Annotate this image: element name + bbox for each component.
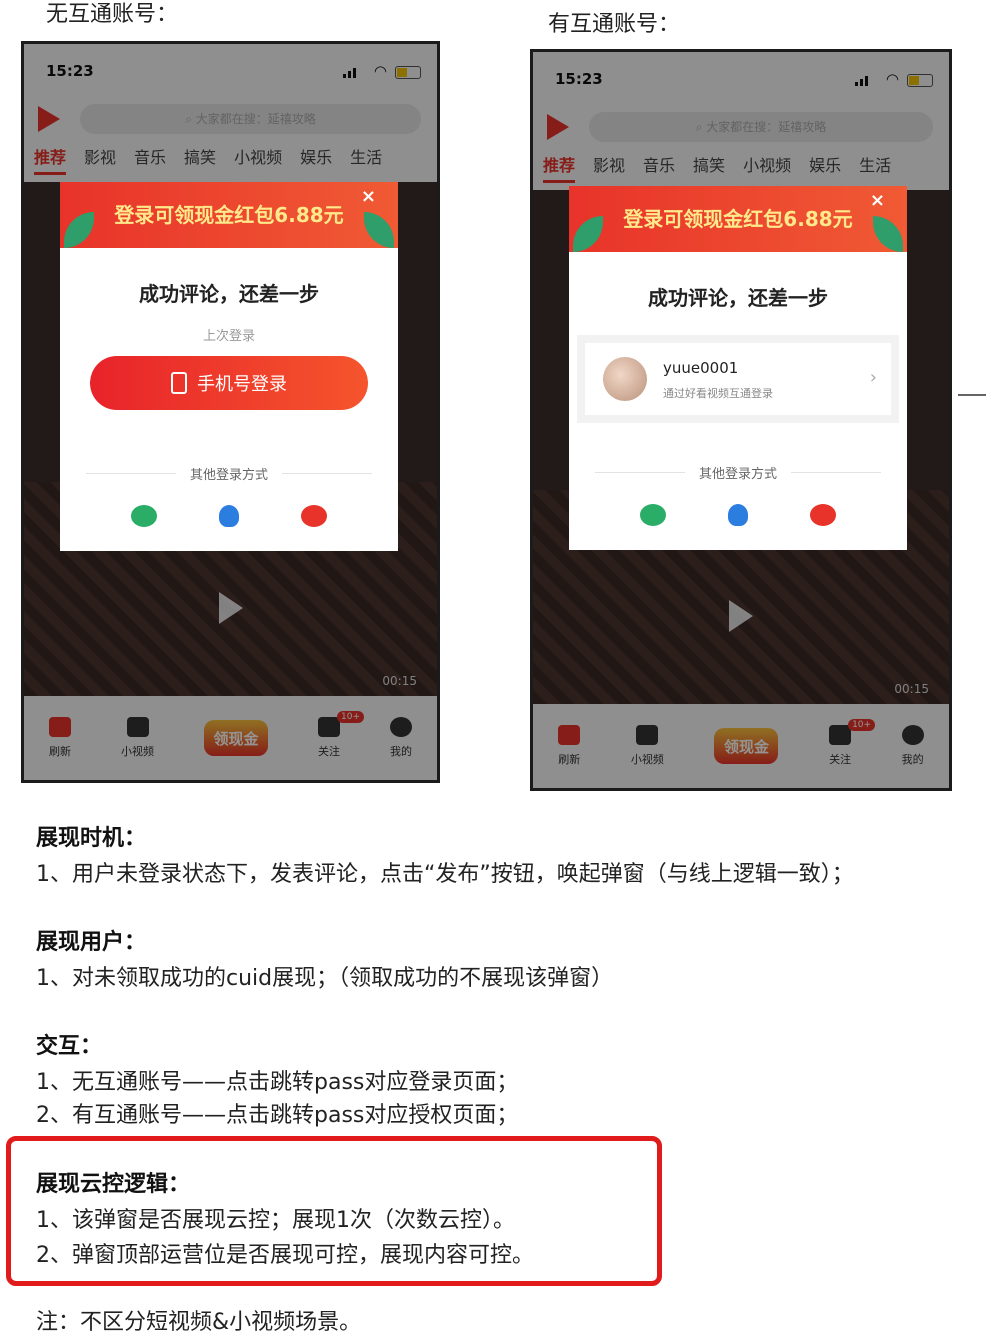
- phone-login-label: 手机号登录: [197, 374, 287, 395]
- interaction-item-1: 1、无互通账号——点击跳转pass对应登录页面；: [36, 1070, 519, 1095]
- promo-text: 登录可领现金红包6.88元: [623, 207, 853, 231]
- phone-mockup-left: 15:23 ◠ ⌕ 大家都在搜：延禧攻略 推荐 影视 音乐 搞笑 小视频 娱乐 生活 00:…: [21, 41, 440, 783]
- user-item-1: 1、对未领取成功的cuid展现；（领取成功的不展现该弹窗）: [36, 966, 614, 991]
- decoration-leaf-icon: [873, 216, 903, 252]
- other-login-methods: 其他登录方式: [595, 463, 881, 482]
- timing-item-1: 1、用户未登录状态下，发表评论，点击“发布”按钮，唤起弹窗（与线上逻辑一致）；: [36, 862, 854, 887]
- linked-account-card[interactable]: yuue0001 通过好看视频互通登录 ›: [577, 335, 899, 423]
- wechat-icon[interactable]: [131, 505, 157, 527]
- chevron-right-icon: ›: [869, 367, 877, 388]
- decoration-leaf-icon: [64, 212, 94, 248]
- login-modal: 登录可领现金红包6.88元 × 成功评论，还差一步 yuue0001 通过好看视…: [569, 186, 907, 550]
- interaction-title: 交互：: [36, 1034, 103, 1059]
- modal-headline: 成功评论，还差一步: [648, 286, 828, 310]
- last-login-label: 上次登录: [202, 329, 255, 344]
- close-icon[interactable]: ×: [361, 188, 376, 206]
- other-login-methods: 其他登录方式: [86, 464, 372, 483]
- account-username: yuue0001: [663, 359, 739, 377]
- timing-title: 展现时机：: [36, 826, 147, 851]
- caption-no-linked-account: 无互通账号：: [46, 2, 179, 27]
- decoration-leaf-icon: [364, 212, 394, 248]
- modal-headline: 成功评论，还差一步: [139, 282, 319, 306]
- wechat-icon[interactable]: [640, 504, 666, 526]
- avatar: [603, 357, 647, 401]
- cloud-control-item-1: 1、该弹窗是否展现云控；展现1次（次数云控）。: [36, 1208, 515, 1233]
- note: 注：不区分短视频&小视频场景。: [36, 1310, 362, 1335]
- qq-icon[interactable]: [728, 504, 748, 526]
- social-login-row: [569, 482, 907, 550]
- login-modal: 登录可领现金红包6.88元 × 成功评论，还差一步 上次登录 手机号登录 其他登…: [60, 182, 398, 551]
- phone-mockup-right: 15:23 ◠ ⌕ 大家都在搜：延禧攻略 推荐 影视 音乐 搞笑 小视频 娱乐 生活 00:…: [530, 49, 952, 791]
- cloud-control-item-2: 2、弹窗顶部运营位是否展现可控，展现内容可控。: [36, 1243, 534, 1268]
- phone-login-button[interactable]: 手机号登录: [90, 356, 368, 410]
- social-login-row: [60, 483, 398, 551]
- account-source: 通过好看视频互通登录: [663, 387, 773, 400]
- user-title: 展现用户：: [36, 930, 147, 955]
- account-row[interactable]: yuue0001 通过好看视频互通登录 ›: [585, 343, 891, 415]
- promo-text: 登录可领现金红包6.88元: [114, 203, 344, 227]
- caption-has-linked-account: 有互通账号：: [548, 12, 681, 37]
- decoration-leaf-icon: [573, 216, 603, 252]
- annotation-pointer-line: [958, 394, 986, 396]
- mobile-phone-icon: [171, 372, 187, 394]
- weibo-icon[interactable]: [301, 505, 327, 527]
- interaction-item-2: 2、有互通账号——点击跳转pass对应授权页面；: [36, 1103, 519, 1128]
- qq-icon[interactable]: [219, 505, 239, 527]
- promo-banner[interactable]: 登录可领现金红包6.88元 ×: [60, 182, 398, 248]
- close-icon[interactable]: ×: [870, 192, 885, 210]
- weibo-icon[interactable]: [810, 504, 836, 526]
- cloud-control-title: 展现云控逻辑：: [36, 1172, 191, 1197]
- promo-banner[interactable]: 登录可领现金红包6.88元 ×: [569, 186, 907, 252]
